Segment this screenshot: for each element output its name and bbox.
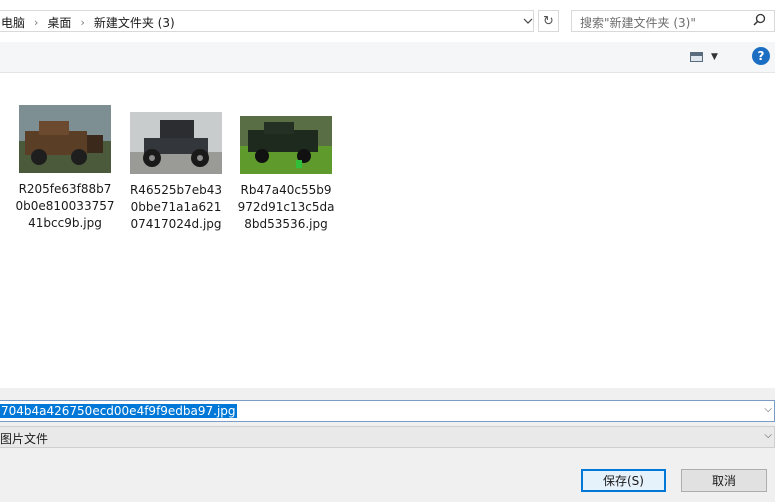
breadcrumb-item-folder[interactable]: 新建文件夹 (3) [94, 14, 175, 31]
view-icon [690, 52, 703, 62]
refresh-button[interactable]: ↻ [538, 10, 559, 32]
breadcrumb-item-desktop[interactable]: 桌面 [47, 14, 71, 31]
chevron-down-icon[interactable] [520, 10, 536, 32]
filename-field[interactable]: 704b4a426750ecd00e4f9f9edba97.jpg ⌵ [0, 400, 775, 422]
file-name: R205fe63f88b7 0b0e810033757 41bcc9b.jpg [15, 181, 115, 232]
toolbar: ▼ [0, 42, 775, 73]
breadcrumb-separator-icon[interactable]: › [34, 16, 38, 29]
file-name-line: 972d91c13c5da [237, 200, 335, 214]
save-button[interactable]: 保存(S) [581, 469, 666, 492]
address-bar[interactable]: 电脑 › 桌面 › 新建文件夹 (3) [0, 10, 534, 32]
file-name: R46525b7eb43 0bbe71a1a621 07417024d.jpg [126, 182, 226, 233]
caret-down-icon[interactable]: ▼ [711, 52, 718, 62]
help-button[interactable]: ? [752, 47, 770, 65]
chevron-down-icon[interactable]: ⌵ [764, 430, 772, 441]
file-name-line: Rb47a40c55b9 [240, 183, 332, 197]
file-name-line: 0bbe71a1a621 [130, 200, 222, 214]
filetype-select[interactable]: 图片文件 ⌵ [0, 426, 775, 448]
chevron-down-icon[interactable]: ⌵ [764, 404, 772, 415]
file-item[interactable]: R205fe63f88b7 0b0e810033757 41bcc9b.jpg [15, 105, 115, 232]
file-name-line: R46525b7eb43 [129, 183, 223, 197]
filename-input[interactable]: 704b4a426750ecd00e4f9f9edba97.jpg [0, 404, 237, 418]
file-name: Rb47a40c55b9 972d91c13c5da 8bd53536.jpg [236, 182, 336, 233]
search-icon[interactable] [753, 13, 766, 30]
address-bar-row: 电脑 › 桌面 › 新建文件夹 (3) ↻ 搜索"新建文件夹 (3)" [0, 0, 775, 42]
file-thumbnail [240, 116, 332, 174]
breadcrumb-item-pc[interactable]: 电脑 [1, 14, 25, 31]
search-box[interactable]: 搜索"新建文件夹 (3)" [571, 10, 775, 32]
change-view-button[interactable]: ▼ [690, 49, 730, 65]
file-item[interactable]: Rb47a40c55b9 972d91c13c5da 8bd53536.jpg [236, 116, 336, 233]
file-thumbnail [130, 112, 222, 174]
cancel-button[interactable]: 取消 [681, 469, 767, 492]
search-input[interactable]: 搜索"新建文件夹 (3)" [580, 14, 696, 31]
file-list: R205fe63f88b7 0b0e810033757 41bcc9b.jpg … [0, 73, 775, 388]
save-panel: 704b4a426750ecd00e4f9f9edba97.jpg ⌵ 图片文件… [0, 388, 775, 502]
breadcrumb: 电脑 › 桌面 › 新建文件夹 (3) [1, 14, 175, 31]
file-name-line: 8bd53536.jpg [244, 217, 328, 231]
file-name-line: 41bcc9b.jpg [28, 216, 102, 230]
filetype-value: 图片文件 [0, 432, 49, 446]
file-thumbnail [19, 105, 111, 173]
file-item[interactable]: R46525b7eb43 0bbe71a1a621 07417024d.jpg [126, 112, 226, 233]
file-name-line: R205fe63f88b7 [18, 182, 112, 196]
breadcrumb-separator-icon[interactable]: › [80, 16, 84, 29]
file-name-line: 0b0e810033757 [15, 199, 115, 213]
file-name-line: 07417024d.jpg [130, 217, 222, 231]
